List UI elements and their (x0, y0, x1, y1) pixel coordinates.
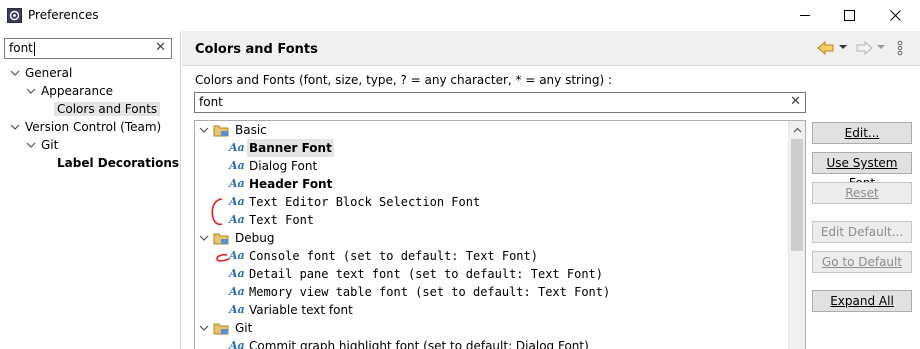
font-aa-icon: Aa (229, 267, 245, 280)
back-arrow-icon[interactable] (817, 40, 835, 56)
tree-item-label: Git (41, 138, 59, 152)
font-item-label: Detail pane text font (set to default: T… (249, 267, 604, 281)
tree-item-label: Colors and Fonts (54, 102, 161, 116)
page-header: Colors and Fonts (182, 31, 920, 66)
chevron-down-icon[interactable] (199, 233, 209, 243)
chevron-down-icon[interactable] (199, 125, 209, 135)
scroll-up-button[interactable] (789, 121, 805, 138)
font-item-label: Dialog Font (249, 159, 318, 173)
back-dropdown-icon[interactable] (839, 43, 847, 51)
go-to-default-label: Go to Default (821, 255, 903, 269)
tree-item-label-decorations[interactable]: Label Decorations (57, 154, 179, 172)
font-aa-icon: Aa (229, 339, 245, 349)
font-item-label: Banner Font (247, 139, 334, 157)
chevron-down-icon[interactable] (10, 68, 20, 78)
go-to-default-button[interactable]: Go to Default (812, 251, 912, 273)
preference-tree-pane: font ✕ General Appearance Colors and Fon… (0, 31, 181, 349)
use-system-font-button[interactable]: Use System Font (812, 152, 912, 190)
chevron-down-icon[interactable] (10, 122, 20, 132)
folder-icon (213, 233, 229, 245)
font-aa-icon: Aa (229, 285, 245, 298)
folder-icon (213, 323, 229, 335)
font-search-input[interactable]: font ✕ (194, 92, 806, 113)
tree-item-colors-and-fonts[interactable]: Colors and Fonts (54, 100, 161, 118)
page-description: Colors and Fonts (font, size, type, ? = … (195, 73, 613, 87)
folder-icon (213, 125, 229, 137)
red-bracket-annotation (211, 198, 223, 226)
page-title: Colors and Fonts (195, 42, 318, 57)
forward-dropdown-icon[interactable] (877, 43, 885, 51)
chevron-down-icon[interactable] (26, 86, 36, 96)
filter-input[interactable]: font ✕ (4, 38, 172, 59)
clear-search-icon[interactable]: ✕ (790, 94, 801, 109)
chevron-down-icon[interactable] (26, 140, 36, 150)
edit-button-label: Edit... (844, 126, 880, 140)
category-label: Debug (235, 231, 275, 245)
font-aa-icon: Aa (229, 213, 245, 226)
edit-default-button[interactable]: Edit Default... (812, 221, 912, 243)
preference-page: Colors and Fonts Colors and Fonts (font,… (182, 31, 920, 349)
maximize-button[interactable] (826, 0, 872, 31)
font-aa-icon: Aa (229, 159, 245, 172)
reset-button-label: Reset (845, 186, 879, 200)
tree-item-label: Version Control (Team) (25, 120, 162, 134)
minimize-icon (799, 15, 810, 16)
clear-filter-icon[interactable]: ✕ (155, 40, 166, 55)
font-aa-icon: Aa (229, 141, 245, 154)
tree-item-label: General (25, 66, 73, 80)
filter-input-text: font (9, 41, 33, 55)
font-search-text: font (199, 95, 223, 109)
chevron-up-icon (793, 127, 802, 132)
view-menu-icon[interactable] (897, 40, 903, 56)
font-item-label: Text Font (249, 213, 315, 227)
font-item-label: Text Editor Block Selection Font (249, 195, 481, 209)
font-item-label: Header Font (249, 177, 333, 191)
text-caret (34, 42, 35, 56)
chevron-down-icon[interactable] (199, 323, 209, 333)
colors-fonts-tree[interactable]: Basic Aa Banner Font Aa Dialog Font Aa H… (194, 120, 806, 349)
font-item-label: Console font (set to default: Text Font) (249, 249, 538, 263)
expand-all-label: Expand All (830, 294, 894, 308)
vertical-scrollbar[interactable] (788, 121, 805, 349)
tree-item-label: Label Decorations (57, 156, 180, 170)
category-label: Git (235, 321, 253, 335)
minimize-button[interactable] (782, 0, 828, 31)
reset-button[interactable]: Reset (812, 182, 912, 204)
close-button[interactable] (872, 0, 918, 31)
window-title: Preferences (28, 8, 99, 22)
font-item-label: Commit graph highlight font (set to defa… (249, 339, 589, 349)
font-item-label: Memory view table font (set to default: … (249, 285, 611, 299)
forward-arrow-icon[interactable] (855, 40, 873, 56)
edit-button[interactable]: Edit... (812, 122, 912, 144)
font-aa-icon: Aa (229, 195, 245, 208)
maximize-icon (843, 10, 855, 21)
tree-item-label: Appearance (41, 84, 114, 98)
close-icon (889, 10, 901, 21)
expand-all-button[interactable]: Expand All (812, 290, 912, 312)
font-aa-icon: Aa (229, 249, 245, 262)
scrollbar-thumb[interactable] (791, 139, 803, 251)
font-item-label: Variable text font (249, 303, 353, 317)
red-scribble-annotation (216, 253, 230, 262)
edit-default-label: Edit Default... (820, 225, 904, 239)
title-bar: Preferences (0, 0, 920, 31)
font-aa-icon: Aa (229, 177, 245, 190)
app-icon (7, 8, 22, 23)
font-aa-icon: Aa (229, 303, 245, 316)
category-label: Basic (235, 123, 267, 137)
